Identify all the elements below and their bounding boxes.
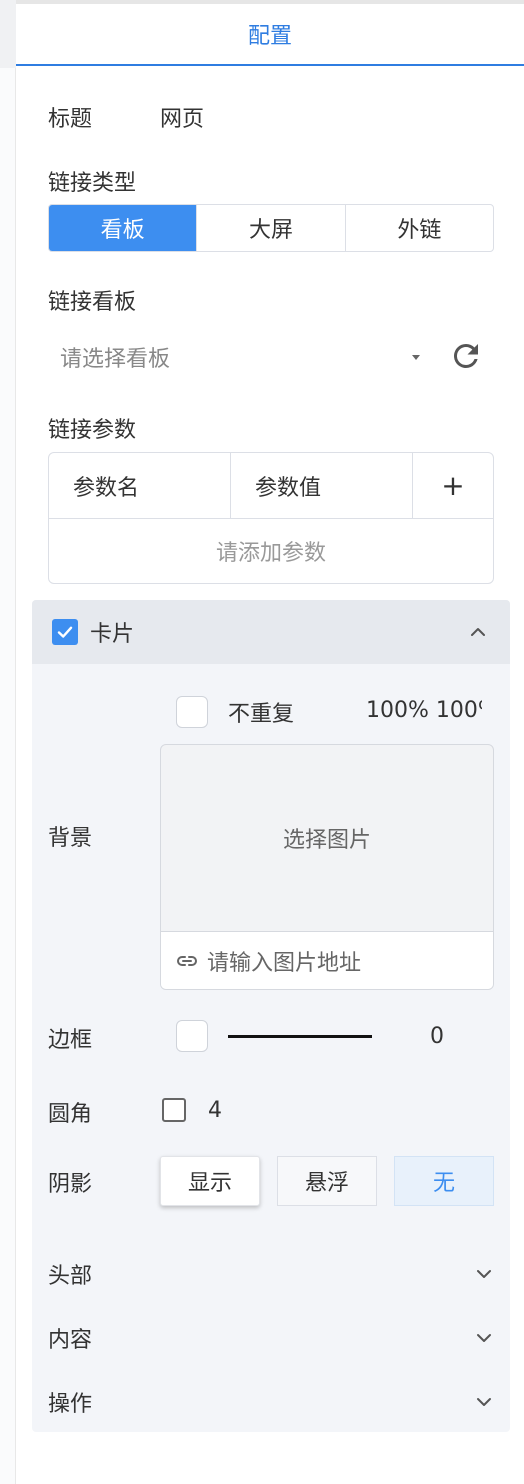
link-type-screen[interactable]: 大屏 bbox=[197, 205, 346, 251]
board-select-placeholder: 请选择看板 bbox=[60, 347, 171, 372]
shadow-show-button[interactable]: 显示 bbox=[160, 1156, 260, 1206]
refresh-icon[interactable] bbox=[448, 338, 484, 374]
border-color-swatch[interactable] bbox=[176, 1020, 208, 1052]
select-image-button[interactable]: 选择图片 bbox=[161, 745, 493, 931]
caret-down-icon bbox=[412, 354, 420, 360]
params-empty: 请添加参数 bbox=[215, 541, 326, 566]
shadow-label: 阴影 bbox=[48, 1172, 93, 1197]
image-picker: 选择图片 请输入图片地址 bbox=[160, 744, 494, 990]
board-select[interactable]: 请选择看板 bbox=[48, 334, 424, 380]
chevron-down-icon bbox=[477, 1270, 491, 1278]
background-size-value[interactable]: 100% 100% bbox=[366, 698, 482, 723]
background-label: 背景 bbox=[48, 826, 93, 851]
no-repeat-checkbox[interactable] bbox=[176, 696, 208, 728]
link-board-label: 链接看板 bbox=[48, 290, 137, 315]
config-panel: 配置 标题 网页 链接类型 看板 大屏 外链 链接看板 请选择看板 链接参数 参… bbox=[16, 4, 524, 1484]
link-type-external[interactable]: 外链 bbox=[346, 205, 493, 251]
section-content[interactable]: 内容 bbox=[48, 1318, 494, 1358]
link-type-board[interactable]: 看板 bbox=[49, 205, 198, 251]
radius-value[interactable]: 4 bbox=[208, 1098, 222, 1123]
card-header[interactable]: 卡片 bbox=[32, 600, 510, 664]
chevron-down-icon bbox=[477, 1334, 491, 1342]
radius-checkbox[interactable] bbox=[162, 1098, 186, 1122]
link-icon bbox=[177, 955, 197, 966]
tab-config[interactable]: 配置 bbox=[16, 4, 524, 66]
param-value-header: 参数值 bbox=[231, 453, 413, 518]
border-label: 边框 bbox=[48, 1028, 93, 1053]
title-row: 标题 网页 bbox=[48, 101, 204, 133]
card-section: 卡片 不重复 100% 100% 背景 选择图片 请输入图片地址 边框 0 圆角… bbox=[32, 600, 510, 1432]
left-strip bbox=[0, 0, 16, 1484]
params-table-header: 参数名 参数值 + bbox=[49, 453, 493, 519]
card-label: 卡片 bbox=[90, 622, 135, 647]
shadow-none-button[interactable]: 无 bbox=[394, 1156, 494, 1206]
link-type-label: 链接类型 bbox=[48, 171, 137, 196]
card-checkbox[interactable] bbox=[52, 619, 78, 645]
shadow-float-button[interactable]: 悬浮 bbox=[277, 1156, 377, 1206]
params-table: 参数名 参数值 + 请添加参数 bbox=[48, 452, 494, 584]
title-value[interactable]: 网页 bbox=[160, 101, 204, 133]
chevron-down-icon bbox=[477, 1398, 491, 1406]
section-header[interactable]: 头部 bbox=[48, 1254, 494, 1294]
border-style-line[interactable] bbox=[228, 1035, 372, 1038]
no-repeat-label: 不重复 bbox=[228, 702, 295, 727]
param-name-header: 参数名 bbox=[49, 453, 231, 518]
link-params-label: 链接参数 bbox=[48, 418, 137, 443]
chevron-up-icon[interactable] bbox=[468, 622, 488, 642]
section-actions-label: 操作 bbox=[48, 1392, 93, 1417]
add-param-button[interactable]: + bbox=[413, 453, 493, 518]
section-header-label: 头部 bbox=[48, 1264, 93, 1289]
link-type-segmented: 看板 大屏 外链 bbox=[48, 204, 494, 252]
image-url-placeholder: 请输入图片地址 bbox=[207, 950, 362, 976]
image-url-input[interactable]: 请输入图片地址 bbox=[161, 931, 493, 989]
tab-config-label: 配置 bbox=[247, 24, 292, 49]
radius-label: 圆角 bbox=[48, 1102, 93, 1127]
title-label: 标题 bbox=[48, 107, 93, 132]
section-actions[interactable]: 操作 bbox=[48, 1382, 494, 1422]
section-content-label: 内容 bbox=[48, 1328, 93, 1353]
check-icon bbox=[57, 626, 73, 638]
border-width-value[interactable]: 0 bbox=[430, 1024, 444, 1049]
